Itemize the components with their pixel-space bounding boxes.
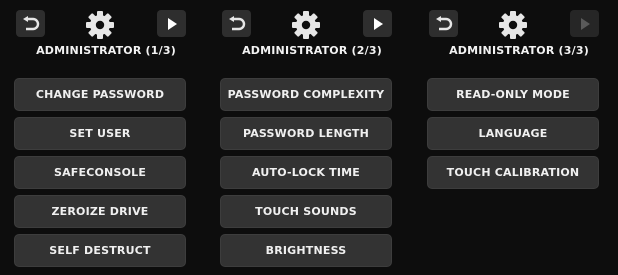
menu-list: CHANGE PASSWORD SET USER SAFECONSOLE ZER… — [14, 78, 186, 273]
gear-icon — [86, 11, 114, 39]
top-bar — [419, 9, 618, 41]
back-arrow-icon — [228, 15, 245, 30]
touch-calibration-button[interactable]: TOUCH CALIBRATION — [427, 156, 599, 189]
gear-icon — [499, 11, 527, 39]
admin-screens: ADMINISTRATOR (1/3) CHANGE PASSWORD SET … — [0, 0, 618, 275]
brightness-button[interactable]: BRIGHTNESS — [220, 234, 392, 267]
safeconsole-button[interactable]: SAFECONSOLE — [14, 156, 186, 189]
settings-button[interactable] — [84, 9, 116, 41]
page-title: ADMINISTRATOR (1/3) — [36, 44, 176, 57]
change-password-button[interactable]: CHANGE PASSWORD — [14, 78, 186, 111]
top-bar — [212, 9, 412, 41]
admin-panel-1: ADMINISTRATOR (1/3) CHANGE PASSWORD SET … — [6, 0, 206, 275]
back-button[interactable] — [429, 10, 458, 37]
self-destruct-button[interactable]: SELF DESTRUCT — [14, 234, 186, 267]
set-user-button[interactable]: SET USER — [14, 117, 186, 150]
forward-button[interactable] — [363, 10, 392, 37]
password-complexity-button[interactable]: PASSWORD COMPLEXITY — [220, 78, 392, 111]
auto-lock-time-button[interactable]: AUTO-LOCK TIME — [220, 156, 392, 189]
back-button[interactable] — [16, 10, 45, 37]
page-title: ADMINISTRATOR (3/3) — [449, 44, 589, 57]
admin-panel-3: ADMINISTRATOR (3/3) READ-ONLY MODE LANGU… — [419, 0, 618, 275]
touch-sounds-button[interactable]: TOUCH SOUNDS — [220, 195, 392, 228]
play-forward-icon — [167, 17, 177, 30]
forward-button[interactable] — [157, 10, 186, 37]
gear-icon — [292, 11, 320, 39]
forward-button-disabled — [570, 10, 599, 37]
settings-button[interactable] — [290, 9, 322, 41]
read-only-mode-button[interactable]: READ-ONLY MODE — [427, 78, 599, 111]
menu-list: PASSWORD COMPLEXITY PASSWORD LENGTH AUTO… — [220, 78, 392, 273]
settings-button[interactable] — [497, 9, 529, 41]
zeroize-drive-button[interactable]: ZEROIZE DRIVE — [14, 195, 186, 228]
admin-panel-2: ADMINISTRATOR (2/3) PASSWORD COMPLEXITY … — [212, 0, 412, 275]
play-forward-icon — [373, 17, 383, 30]
language-button[interactable]: LANGUAGE — [427, 117, 599, 150]
menu-list: READ-ONLY MODE LANGUAGE TOUCH CALIBRATIO… — [427, 78, 599, 195]
back-arrow-icon — [22, 15, 39, 30]
page-title: ADMINISTRATOR (2/3) — [242, 44, 382, 57]
play-forward-icon — [580, 17, 590, 30]
top-bar — [6, 9, 206, 41]
back-arrow-icon — [435, 15, 452, 30]
back-button[interactable] — [222, 10, 251, 37]
password-length-button[interactable]: PASSWORD LENGTH — [220, 117, 392, 150]
